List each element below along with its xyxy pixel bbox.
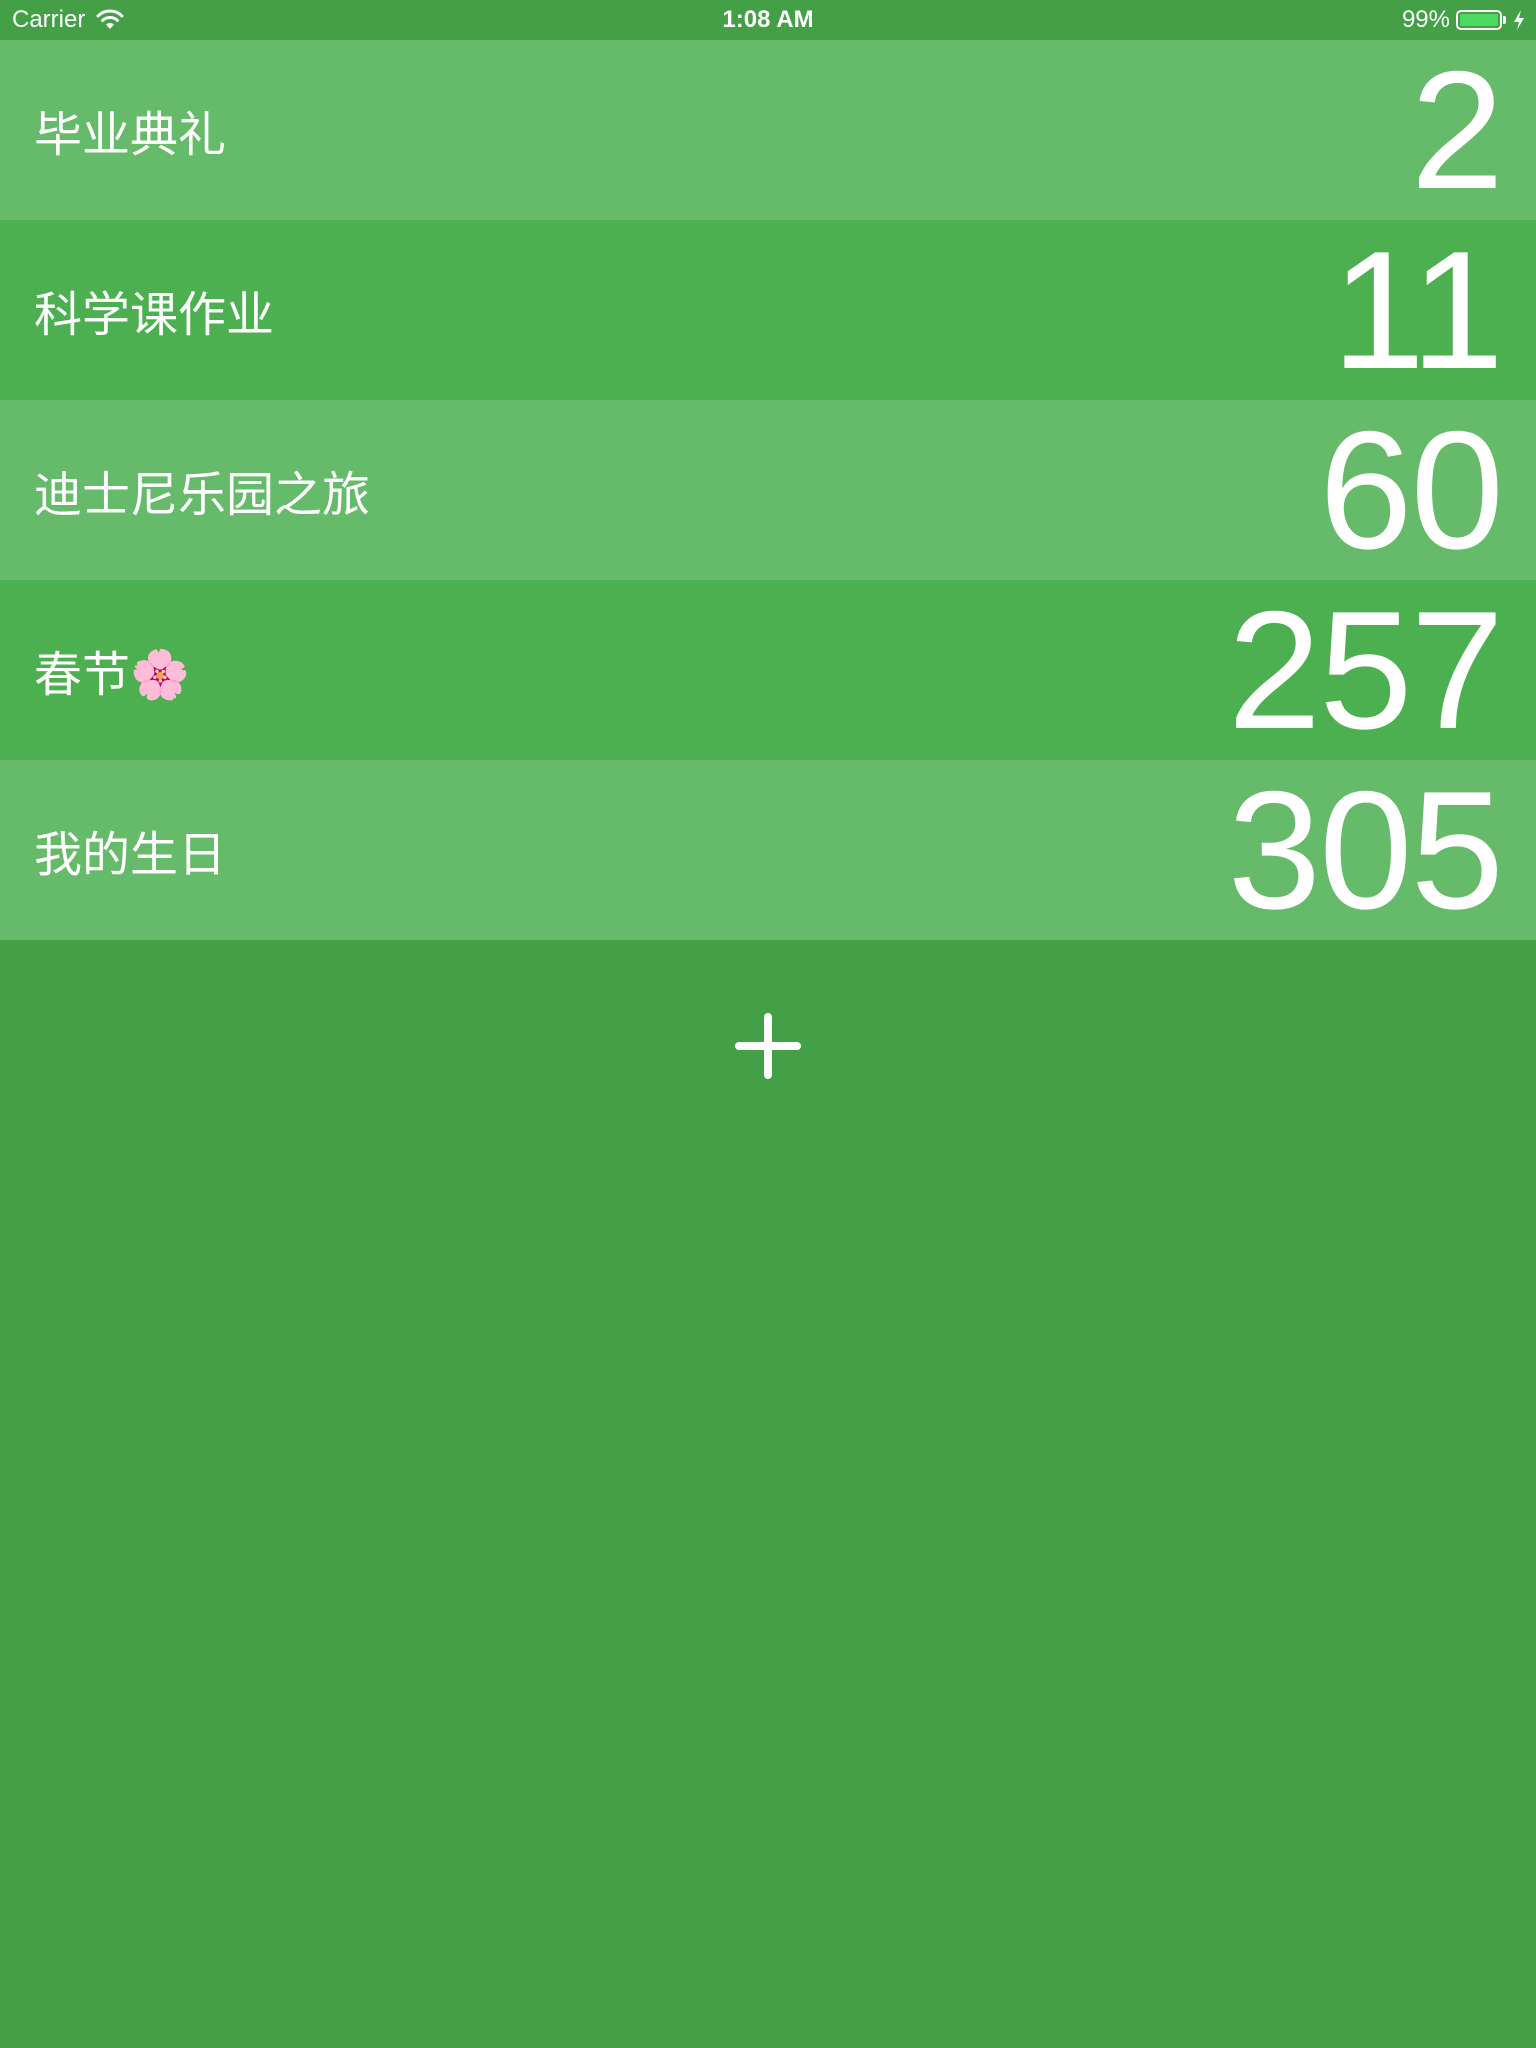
bolt-icon bbox=[1514, 10, 1524, 30]
event-name: 毕业典礼 bbox=[34, 107, 227, 163]
days-count: 60 bbox=[1319, 396, 1504, 584]
event-row-graduation[interactable]: 毕业典礼 2 bbox=[0, 40, 1536, 220]
battery-percent: 99% bbox=[1401, 6, 1450, 33]
event-row-science-homework[interactable]: 科学课作业 11 bbox=[0, 220, 1536, 400]
days-count: 257 bbox=[1227, 576, 1504, 764]
event-name: 科学课作业 bbox=[34, 287, 275, 343]
days-count: 11 bbox=[1331, 216, 1504, 404]
event-name: 春节🌸 bbox=[34, 647, 190, 703]
event-name: 我的生日 bbox=[34, 827, 227, 883]
battery-body bbox=[1456, 10, 1502, 30]
battery-tip bbox=[1503, 16, 1506, 24]
clock: 1:08 AM bbox=[722, 6, 814, 33]
event-list: 毕业典礼 2 科学课作业 11 迪士尼乐园之旅 60 春节🌸 257 我的生日 … bbox=[0, 40, 1536, 940]
event-row-spring-festival[interactable]: 春节🌸 257 bbox=[0, 580, 1536, 760]
battery-icon bbox=[1456, 10, 1506, 30]
status-right: 99% bbox=[1402, 0, 1526, 40]
days-count: 2 bbox=[1410, 36, 1504, 224]
event-row-disney-trip[interactable]: 迪士尼乐园之旅 60 bbox=[0, 400, 1536, 580]
days-count: 305 bbox=[1227, 756, 1504, 944]
status-bar: Carrier 1:08 AM 99% bbox=[0, 0, 1536, 40]
event-name: 迪士尼乐园之旅 bbox=[34, 467, 371, 523]
add-event-button[interactable] bbox=[728, 1006, 808, 1086]
plus-icon bbox=[735, 1013, 801, 1079]
battery-fill bbox=[1460, 14, 1498, 26]
event-row-my-birthday[interactable]: 我的生日 305 bbox=[0, 760, 1536, 940]
